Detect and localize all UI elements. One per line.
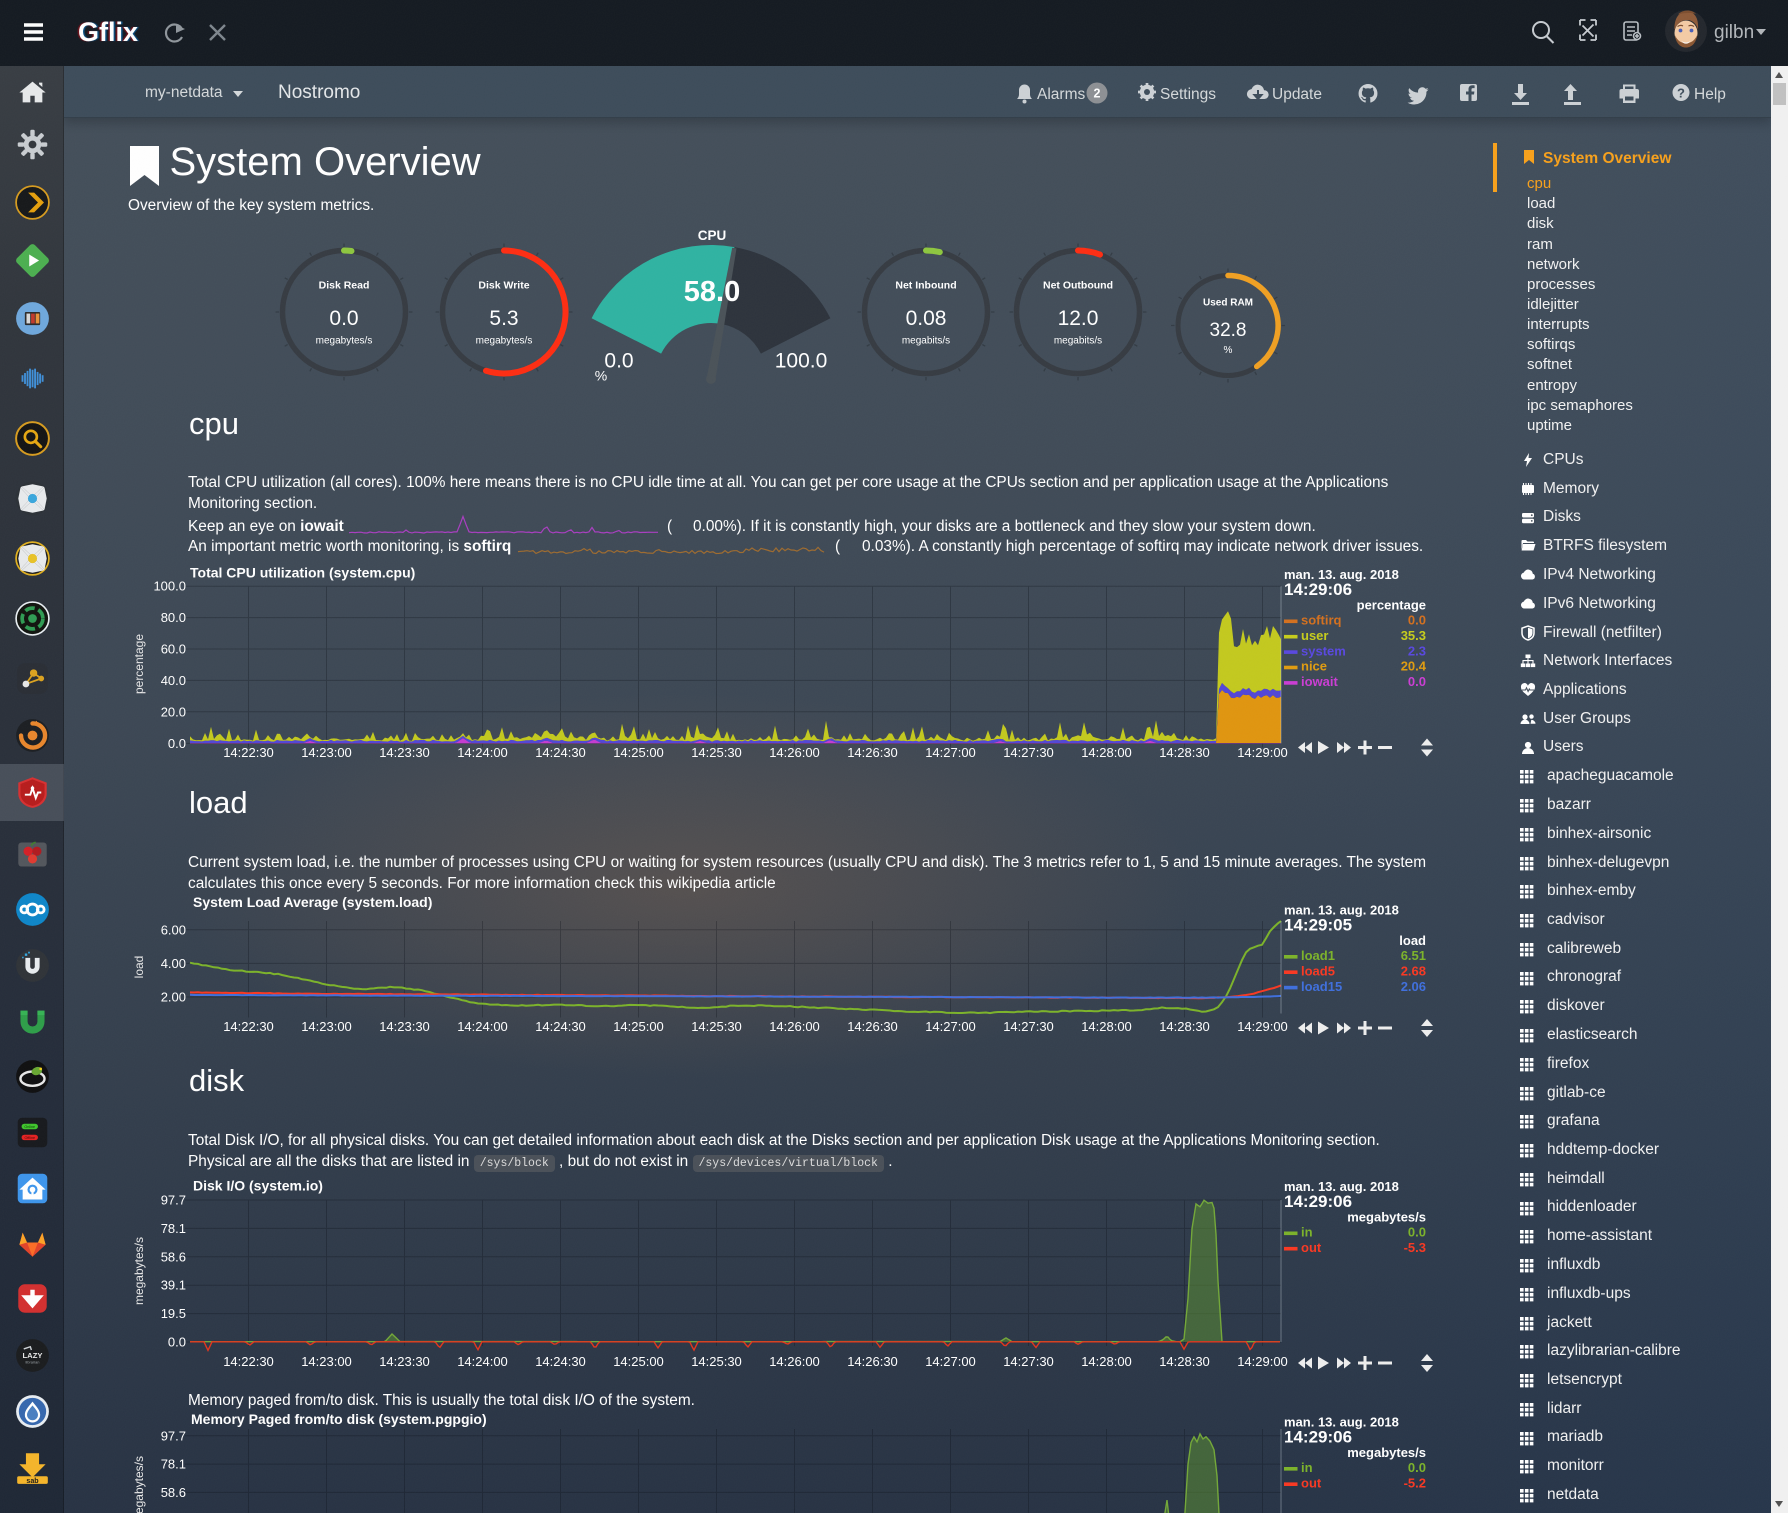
svg-text:librarian: librarian (25, 1359, 39, 1364)
svg-text:Alarms: Alarms (1037, 86, 1085, 103)
svg-text:sab: sab (26, 1476, 39, 1484)
svg-text:gilbn: gilbn (1714, 22, 1754, 43)
svg-text:2: 2 (1094, 87, 1101, 101)
svg-text:Online: Online (24, 1125, 35, 1129)
svg-text:Offline: Offline (24, 1136, 35, 1140)
svg-text:Help: Help (1694, 86, 1726, 103)
svg-text:?: ? (1677, 86, 1685, 101)
svg-text:Update: Update (1272, 86, 1322, 103)
svg-text:Settings: Settings (1160, 86, 1216, 103)
